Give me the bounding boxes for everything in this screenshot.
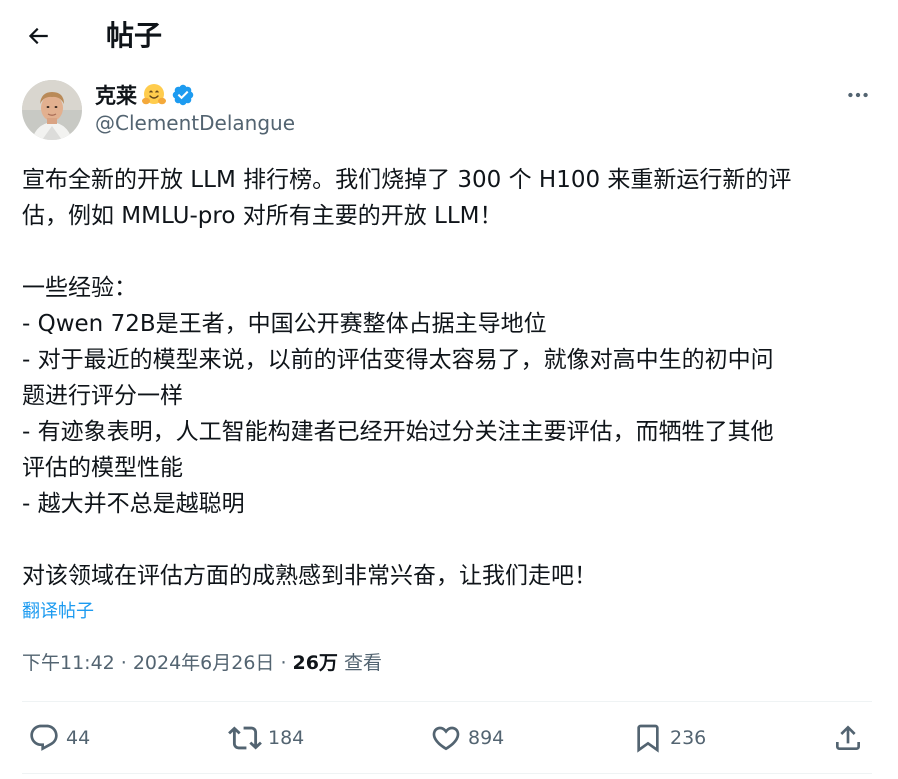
author-display-name[interactable]: 克莱	[95, 80, 137, 110]
tweet-text: 宣布全新的开放 LLM 排行榜。我们烧掉了 300 个 H100 来重新运行新的…	[22, 162, 872, 594]
reply-count: 44	[66, 727, 91, 749]
views-label: 查看	[343, 652, 382, 674]
like-button[interactable]: 894	[430, 718, 504, 758]
back-arrow-icon	[28, 27, 48, 45]
tweet-meta: 下午11:42 · 2024年6月26日 · 26万 查看	[22, 648, 382, 675]
retweet-icon	[228, 726, 262, 750]
bookmark-count: 236	[670, 727, 707, 749]
tweet-time[interactable]: 下午11:42	[22, 648, 115, 675]
tweet-line: 题进行评分一样	[22, 383, 183, 409]
tweet-line: 对该领域在评估方面的成熟感到非常兴奋，让我们走吧！	[22, 563, 597, 589]
verified-check-icon	[172, 84, 194, 106]
retweet-button[interactable]: 184	[228, 718, 304, 758]
bookmark-button[interactable]: 236	[632, 718, 706, 758]
tweet-line: 宣布全新的开放 LLM 排行榜。我们烧掉了 300 个 H100 来重新运行新的…	[22, 167, 792, 193]
reply-icon	[30, 724, 58, 751]
author-handle[interactable]: @ClementDelangue	[95, 111, 295, 135]
avatar-image	[22, 80, 82, 140]
tweet-line: - 对于最近的模型来说，以前的评估变得太容易了，就像对高中生的初中问	[22, 347, 774, 373]
tweet-line: - 有迹象表明，人工智能构建者已经开始过分关注主要评估，而牺牲了其他	[22, 419, 774, 445]
tweet-line: 评估的模型性能	[22, 455, 183, 481]
more-dots-icon	[848, 92, 868, 98]
header: 帖子	[0, 0, 898, 70]
bookmark-icon	[637, 724, 659, 753]
translate-post-link[interactable]: 翻译帖子	[22, 597, 94, 623]
post-page: 帖子 克莱 @ClementDelangue 宣布全新的开放 LLM 排行榜。我…	[0, 0, 898, 779]
divider	[22, 773, 872, 774]
tweet-line: 估，例如 MMLU-pro 对所有主要的开放 LLM！	[22, 203, 503, 229]
page-title: 帖子	[106, 19, 163, 52]
verified-badge-icon[interactable]	[171, 83, 195, 107]
share-icon	[836, 725, 860, 750]
tweet-line: - Qwen 72B是王者，中国公开赛整体占据主导地位	[22, 311, 547, 337]
meta-separator: ·	[120, 652, 127, 674]
tweet-line: 一些经验：	[22, 275, 137, 301]
tweet-date[interactable]: 2024年6月26日	[133, 648, 275, 675]
divider	[22, 701, 872, 702]
reply-button[interactable]: 44	[28, 718, 90, 758]
author-name-row: 克莱	[95, 80, 195, 110]
like-count: 894	[468, 727, 505, 749]
hugging-face-icon	[142, 84, 166, 105]
hugging-face-emoji	[141, 82, 167, 108]
more-options-button[interactable]	[838, 80, 878, 110]
retweet-count: 184	[268, 727, 305, 749]
back-button[interactable]	[18, 16, 58, 56]
views-count: 26万	[292, 652, 338, 674]
tweet-line: - 越大并不总是越聪明	[22, 491, 245, 517]
avatar[interactable]	[22, 80, 82, 140]
meta-separator: ·	[280, 652, 287, 674]
share-button[interactable]	[832, 718, 864, 758]
heart-icon	[432, 726, 460, 751]
